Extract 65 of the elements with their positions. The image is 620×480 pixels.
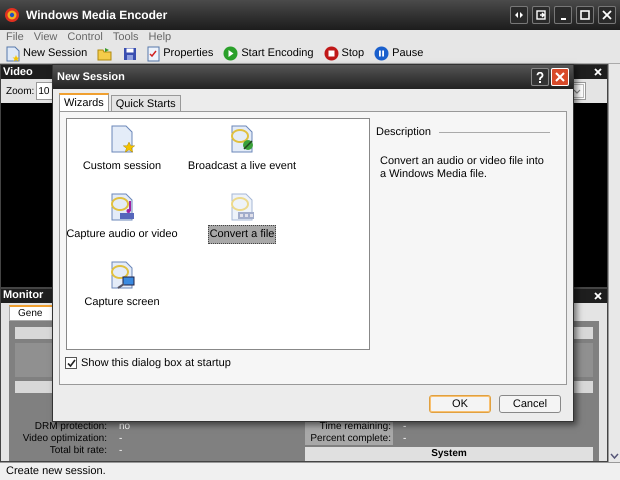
minimize-button[interactable] bbox=[554, 6, 572, 24]
close-icon[interactable] bbox=[594, 68, 602, 76]
document-star-icon bbox=[6, 46, 20, 62]
field-label: DRM protection: bbox=[34, 421, 107, 433]
help-button[interactable] bbox=[531, 68, 549, 86]
wizard-item[interactable]: Convert a file bbox=[208, 225, 276, 244]
toolbar-button[interactable]: Pause bbox=[374, 45, 424, 62]
close-icon bbox=[602, 10, 612, 20]
wizard-item[interactable]: Broadcast a live event bbox=[186, 157, 298, 176]
skin-mode-button[interactable] bbox=[532, 6, 550, 24]
stop-icon bbox=[324, 46, 338, 61]
toolbar-button[interactable]: Stop bbox=[324, 45, 364, 62]
window-arrow-icon bbox=[536, 10, 546, 20]
toolbar-button[interactable]: Start Encoding bbox=[223, 45, 314, 62]
menu-item[interactable]: View bbox=[34, 28, 58, 46]
field-label: Time remaining: bbox=[305, 421, 393, 433]
menu-item[interactable]: Help bbox=[148, 28, 172, 46]
field-label: Percent complete: bbox=[305, 433, 393, 445]
field-value: - bbox=[403, 421, 406, 433]
scrollbar[interactable] bbox=[608, 64, 620, 462]
zoom-label: Zoom: bbox=[6, 84, 34, 98]
toolbar-button[interactable]: Properties bbox=[147, 45, 214, 62]
field-label: Total bit rate: bbox=[48, 445, 107, 457]
compact-mode-button[interactable] bbox=[510, 6, 528, 24]
field-value: - bbox=[403, 433, 406, 445]
description-heading: Description bbox=[376, 125, 432, 140]
chevron-down-icon bbox=[573, 88, 582, 94]
app-logo-icon bbox=[4, 7, 20, 23]
maximize-icon bbox=[580, 10, 590, 20]
description-text: Convert an audio or video file into a Windows Media file. bbox=[379, 154, 545, 180]
field-value: no bbox=[119, 421, 130, 433]
play-icon bbox=[223, 46, 238, 61]
dialog-tab[interactable]: Quick Starts bbox=[110, 95, 181, 111]
dialog-tab[interactable]: Wizards bbox=[59, 93, 109, 111]
question-mark-icon bbox=[536, 72, 544, 82]
checklist-icon bbox=[147, 46, 160, 62]
dialog-title: New Session bbox=[57, 70, 125, 85]
pause-icon bbox=[374, 46, 390, 61]
checkbox-label: Show this dialog box at startup bbox=[81, 356, 231, 371]
toolbar-icon-button[interactable] bbox=[123, 46, 138, 60]
status-text: Create new session. bbox=[6, 464, 106, 480]
panel-title: Video bbox=[3, 64, 33, 80]
field-value: - bbox=[119, 433, 122, 445]
section-header: System bbox=[305, 447, 593, 461]
window-title: Windows Media Encoder bbox=[26, 7, 168, 24]
close-button[interactable] bbox=[598, 6, 616, 24]
field-label: Video optimization: bbox=[22, 433, 107, 445]
wizard-item[interactable]: Custom session bbox=[80, 157, 164, 176]
startup-checkbox[interactable] bbox=[65, 357, 77, 369]
toolbar-button[interactable]: New Session bbox=[6, 45, 88, 62]
minimize-icon bbox=[560, 18, 566, 20]
panel-title: Monitor bbox=[3, 288, 44, 304]
field-value: - bbox=[119, 445, 122, 457]
dialog-button[interactable]: OK bbox=[429, 395, 491, 413]
dialog-button[interactable]: Cancel bbox=[499, 395, 561, 413]
menu-item[interactable]: Tools bbox=[112, 28, 139, 46]
maximize-button[interactable] bbox=[576, 6, 594, 24]
wizard-item[interactable]: Capture screen bbox=[82, 293, 162, 312]
menu-item[interactable]: File bbox=[6, 28, 24, 46]
folder-icon bbox=[97, 46, 114, 60]
menu-item[interactable]: Control bbox=[67, 28, 103, 46]
double-arrow-icon bbox=[514, 10, 524, 20]
close-icon bbox=[555, 72, 565, 82]
close-icon[interactable] bbox=[594, 292, 602, 300]
wizard-item[interactable]: Capture audio or video bbox=[64, 225, 180, 244]
